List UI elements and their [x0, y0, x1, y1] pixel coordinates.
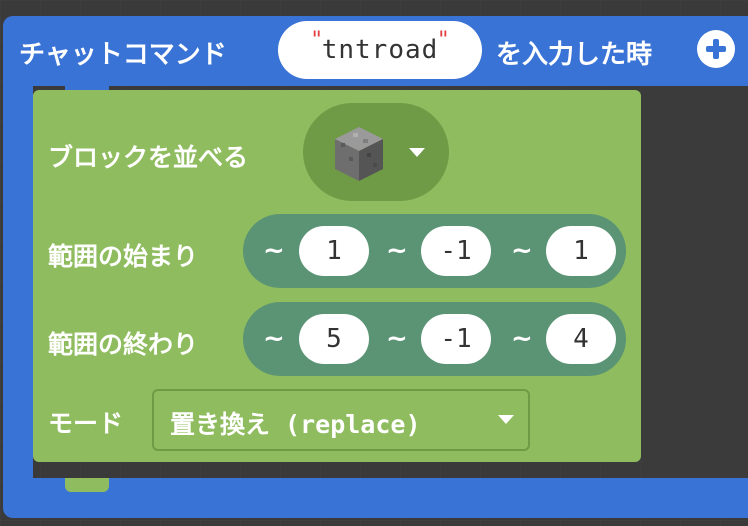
block-type-dropdown[interactable]: [303, 103, 449, 201]
fill-blocks-title: ブロックを並べる: [48, 143, 249, 172]
fill-blocks-bottom-tab: [65, 478, 109, 492]
mode-label: モード: [48, 409, 124, 438]
range-end-x-field[interactable]: 5: [299, 314, 369, 364]
stone-cube-icon: [335, 127, 383, 181]
range-start-label: 範囲の始まり: [48, 242, 199, 271]
quote-close: ": [438, 27, 449, 53]
range-end-label: 範囲の終わり: [48, 330, 199, 359]
range-start-x-field[interactable]: 1: [299, 226, 369, 276]
relative-tilde-z: ~: [511, 236, 533, 266]
event-block-header[interactable]: チャットコマンド " tntroad " を入力した時: [3, 16, 748, 86]
event-label-chat-command: チャットコマンド: [19, 40, 227, 70]
range-end-position[interactable]: ~ 5 ~ -1 ~ 4: [243, 302, 626, 376]
event-block-left-rail: [3, 86, 33, 478]
relative-tilde-y: ~: [386, 324, 408, 354]
command-text-value: tntroad: [321, 35, 439, 65]
event-block-footer: [3, 478, 748, 518]
event-block-inner-area: [641, 86, 748, 478]
range-end-z-field[interactable]: 4: [546, 314, 616, 364]
command-text-field[interactable]: " tntroad ": [278, 21, 482, 79]
range-start-y-field[interactable]: -1: [421, 226, 491, 276]
fill-mode-dropdown[interactable]: 置き換え (replace): [152, 389, 530, 451]
range-start-position[interactable]: ~ 1 ~ -1 ~ 1: [243, 214, 626, 288]
fill-mode-value: 置き換え (replace): [170, 410, 421, 439]
relative-tilde-z: ~: [511, 324, 533, 354]
event-label-when-entered: を入力した時: [496, 40, 653, 70]
plus-circle-icon[interactable]: [697, 30, 735, 68]
relative-tilde-x: ~: [263, 324, 285, 354]
range-start-z-field[interactable]: 1: [546, 226, 616, 276]
quote-open: ": [311, 27, 322, 53]
caret-down-icon: [409, 148, 425, 157]
caret-down-icon: [498, 415, 514, 424]
relative-tilde-y: ~: [386, 236, 408, 266]
relative-tilde-x: ~: [263, 236, 285, 266]
range-end-y-field[interactable]: -1: [421, 314, 491, 364]
